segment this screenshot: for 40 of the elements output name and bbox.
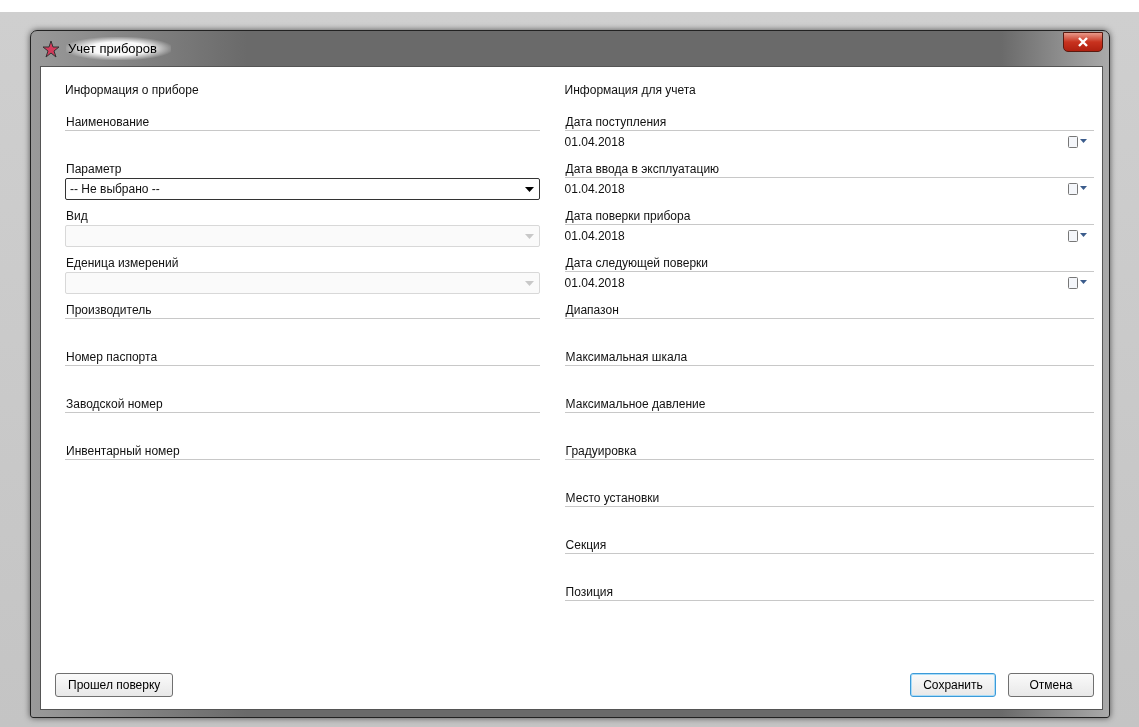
text-field[interactable]: Место установки bbox=[564, 490, 1094, 507]
calendar-dropdown-icon[interactable] bbox=[1068, 183, 1088, 195]
caret-icon bbox=[524, 186, 534, 192]
date-field[interactable]: 01.04.2018 bbox=[564, 178, 1094, 200]
caret-icon bbox=[524, 280, 534, 286]
text-field[interactable]: Диапазон bbox=[564, 302, 1094, 319]
save-button[interactable]: Сохранить bbox=[910, 673, 996, 697]
calendar-dropdown-icon[interactable] bbox=[1068, 277, 1088, 289]
date-field[interactable]: 01.04.2018 bbox=[564, 225, 1094, 247]
text-field[interactable]: Максимальное давление bbox=[564, 396, 1094, 413]
close-icon bbox=[1077, 37, 1089, 47]
date-field[interactable]: 01.04.2018 bbox=[564, 272, 1094, 294]
text-field[interactable]: Позиция bbox=[564, 584, 1094, 601]
passed-check-button[interactable]: Прошел поверку bbox=[55, 673, 174, 697]
text-field[interactable]: Секция bbox=[564, 537, 1094, 554]
calendar-dropdown-icon[interactable] bbox=[1068, 136, 1088, 148]
field-label: Вид bbox=[65, 208, 89, 224]
field-label: Дата следующей поверки bbox=[564, 255, 1094, 272]
calendar-dropdown-icon[interactable] bbox=[1068, 230, 1088, 242]
date-field[interactable]: 01.04.2018 bbox=[564, 131, 1094, 153]
field-label: Дата ввода в эксплуатацию bbox=[564, 161, 1094, 178]
text-field[interactable]: Градуировка bbox=[564, 443, 1094, 460]
field-label: Еденица измерений bbox=[65, 255, 180, 271]
field-label: Дата поступления bbox=[564, 114, 1094, 131]
text-field[interactable]: Инвентарный номер bbox=[65, 443, 540, 460]
field-label: Дата поверки прибора bbox=[564, 208, 1094, 225]
text-field[interactable]: Наименование bbox=[65, 114, 540, 131]
close-button[interactable] bbox=[1063, 32, 1103, 52]
dropdown-field[interactable]: -- Не выбрано -- bbox=[65, 178, 540, 200]
text-field[interactable]: Максимальная шкала bbox=[564, 349, 1094, 366]
text-field[interactable]: Заводской номер bbox=[65, 396, 540, 413]
cancel-button[interactable]: Отмена bbox=[1008, 673, 1094, 697]
caret-icon bbox=[524, 233, 534, 239]
star-icon bbox=[42, 39, 60, 58]
window-title: Учет приборов bbox=[66, 37, 171, 60]
text-field[interactable]: Производитель bbox=[65, 302, 540, 319]
field-label: Параметр bbox=[65, 161, 123, 177]
section-heading: Информация для учета bbox=[564, 82, 697, 98]
section-heading: Информация о приборе bbox=[65, 82, 200, 98]
text-field[interactable]: Номер паспорта bbox=[65, 349, 540, 366]
